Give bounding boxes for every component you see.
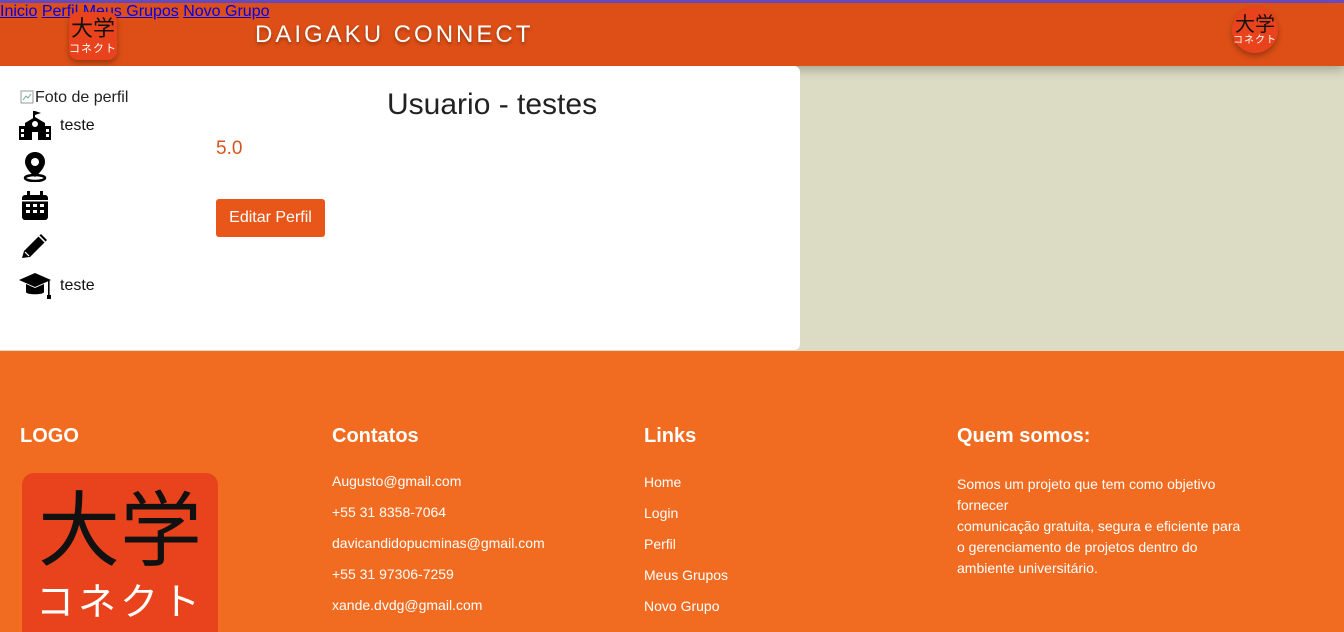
nav-novo-grupo[interactable]: Novo Grupo	[183, 3, 269, 20]
footer-link-novo-grupo[interactable]: Novo Grupo	[644, 598, 719, 614]
nav-inicio[interactable]: Inicio	[0, 3, 37, 20]
footer-logo-image: 大学 コネクト	[22, 473, 218, 632]
about-text: Somos um projeto que tem como objetivo f…	[957, 474, 1257, 579]
about-line: comunicação gratuita, segura e eficiente…	[957, 518, 1241, 534]
contact-item[interactable]: +55 31 97306-7259	[332, 566, 454, 582]
avatar-kanji: 大学	[1235, 12, 1275, 36]
footer-link-meus-grupos[interactable]: Meus Grupos	[644, 567, 728, 583]
calendar-icon	[22, 191, 48, 220]
footer-link-login[interactable]: Login	[644, 505, 678, 521]
footer-logo-column: LOGO	[20, 425, 79, 448]
footer-logo-kanji: 大学	[37, 484, 202, 579]
footer-logo-heading: LOGO	[20, 425, 79, 447]
broken-image-icon	[20, 90, 34, 104]
brand-title: DAIGAKU CONNECT	[255, 21, 534, 48]
contact-item[interactable]: xande.dvdg@gmail.com	[332, 597, 482, 613]
pencil-icon	[22, 234, 47, 258]
site-footer: LOGO 大学 コネクト Contatos Augusto@gmail.com …	[0, 351, 1344, 632]
footer-about-column: Quem somos:	[957, 425, 1090, 448]
logo-kanji: 大学	[70, 16, 115, 42]
avatar-kana: コネクト	[1233, 35, 1277, 46]
profile-title: Usuario - testes	[387, 88, 598, 121]
main-nav: Inicio Perfil Meus Grupos Novo Grupo	[0, 3, 1344, 21]
top-navbar: 大学 コネクト DAIGAKU CONNECT Inicio Perfil Me…	[0, 3, 1344, 66]
info-location	[18, 150, 60, 182]
edit-profile-button[interactable]: Editar Perfil	[216, 199, 325, 237]
contact-item[interactable]: davicandidopucminas@gmail.com	[332, 535, 545, 551]
info-date	[18, 190, 60, 222]
user-avatar[interactable]: 大学 コネクト	[1232, 7, 1278, 53]
header-logo[interactable]: 大学 コネクト	[69, 12, 117, 60]
footer-link-home[interactable]: Home	[644, 474, 681, 490]
contact-item[interactable]: Augusto@gmail.com	[332, 473, 461, 489]
about-line: ambiente universitário.	[957, 560, 1098, 576]
about-line: fornecer	[957, 497, 1009, 513]
about-line: Somos um projeto que tem como objetivo	[957, 476, 1216, 492]
contacts-heading: Contatos	[332, 425, 419, 447]
about-line: o gerenciamento de projetos dentro do	[957, 539, 1198, 555]
footer-links-column: Links Home Login Perfil Meus Grupos Novo…	[644, 425, 728, 614]
footer-logo-kana: コネクト	[35, 580, 204, 624]
logo-kana: コネクト	[69, 41, 117, 55]
location-pin-icon	[23, 152, 47, 182]
links-heading: Links	[644, 425, 697, 447]
footer-link-perfil[interactable]: Perfil	[644, 536, 676, 552]
photo-alt-text: Foto de perfil	[35, 89, 129, 106]
contact-item[interactable]: +55 31 8358-7064	[332, 504, 446, 520]
university-value: teste	[60, 117, 95, 134]
about-heading: Quem somos:	[957, 425, 1091, 447]
profile-photo: Foto de perfil	[20, 89, 128, 107]
info-university: teste	[18, 110, 95, 142]
info-course: teste	[18, 270, 95, 302]
rating-value: 5.0	[216, 138, 243, 159]
course-value: teste	[60, 277, 95, 294]
graduation-cap-icon	[19, 273, 51, 299]
info-bio	[18, 230, 60, 262]
profile-card: Foto de perfil teste teste Usuario - tes…	[0, 66, 800, 350]
footer-contacts-column: Contatos Augusto@gmail.com +55 31 8358-7…	[332, 425, 545, 613]
school-icon	[19, 111, 51, 140]
